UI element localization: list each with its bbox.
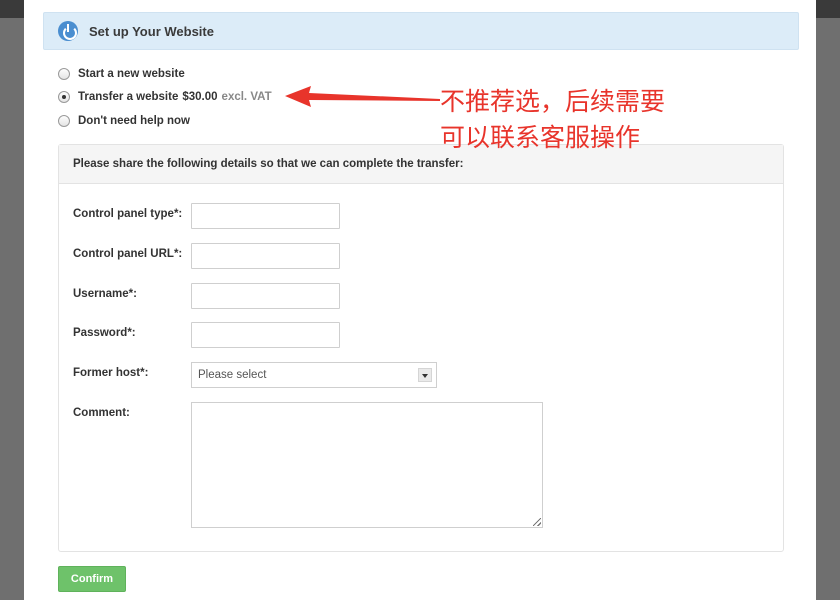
password-input[interactable] <box>191 322 340 348</box>
modal-title: Set up Your Website <box>89 23 214 39</box>
website-option-group: Start a new website Transfer a website $… <box>58 62 272 133</box>
radio-start-new[interactable] <box>58 67 70 80</box>
label-comment: Comment: <box>73 407 130 419</box>
comment-textarea[interactable] <box>191 402 543 528</box>
former-host-selected-value: Please select <box>198 369 267 381</box>
option-label: Don't need help now <box>78 114 190 127</box>
label-control-panel-type: Control panel type*: <box>73 208 183 220</box>
resize-handle-icon[interactable] <box>533 518 541 526</box>
option-vat-note: excl. VAT <box>221 91 272 104</box>
username-input[interactable] <box>191 283 340 309</box>
modal-header: Set up Your Website <box>43 12 799 50</box>
annotation-line-2: 可以联系客服操作 <box>440 123 641 152</box>
chevron-down-icon <box>418 368 432 382</box>
transfer-details-panel: Please share the following details so th… <box>58 144 784 552</box>
confirm-button[interactable]: Confirm <box>58 566 126 592</box>
option-dont-need-help[interactable]: Don't need help now <box>58 109 272 133</box>
option-transfer-website[interactable]: Transfer a website $30.00 excl. VAT <box>58 86 272 110</box>
control-panel-url-input[interactable] <box>191 243 340 269</box>
power-icon <box>58 21 78 41</box>
label-control-panel-url: Control panel URL*: <box>73 248 183 260</box>
option-price: $30.00 <box>182 91 218 104</box>
label-username: Username*: <box>73 288 137 300</box>
former-host-select[interactable]: Please select <box>191 362 437 388</box>
radio-dont-need-help[interactable] <box>58 114 70 127</box>
label-password: Password*: <box>73 327 136 339</box>
option-start-new-website[interactable]: Start a new website <box>58 62 272 86</box>
panel-heading: Please share the following details so th… <box>59 145 783 184</box>
label-former-host: Former host*: <box>73 367 149 379</box>
option-label: Start a new website <box>78 67 185 80</box>
annotation-note: 不推荐选，后续需要 可以联系客服操作 <box>440 84 665 156</box>
annotation-arrow-icon <box>285 86 440 107</box>
option-label: Transfer a website <box>78 91 179 104</box>
control-panel-type-input[interactable] <box>191 203 340 229</box>
radio-transfer[interactable] <box>58 91 70 104</box>
annotation-line-1: 不推荐选，后续需要 <box>440 87 666 116</box>
